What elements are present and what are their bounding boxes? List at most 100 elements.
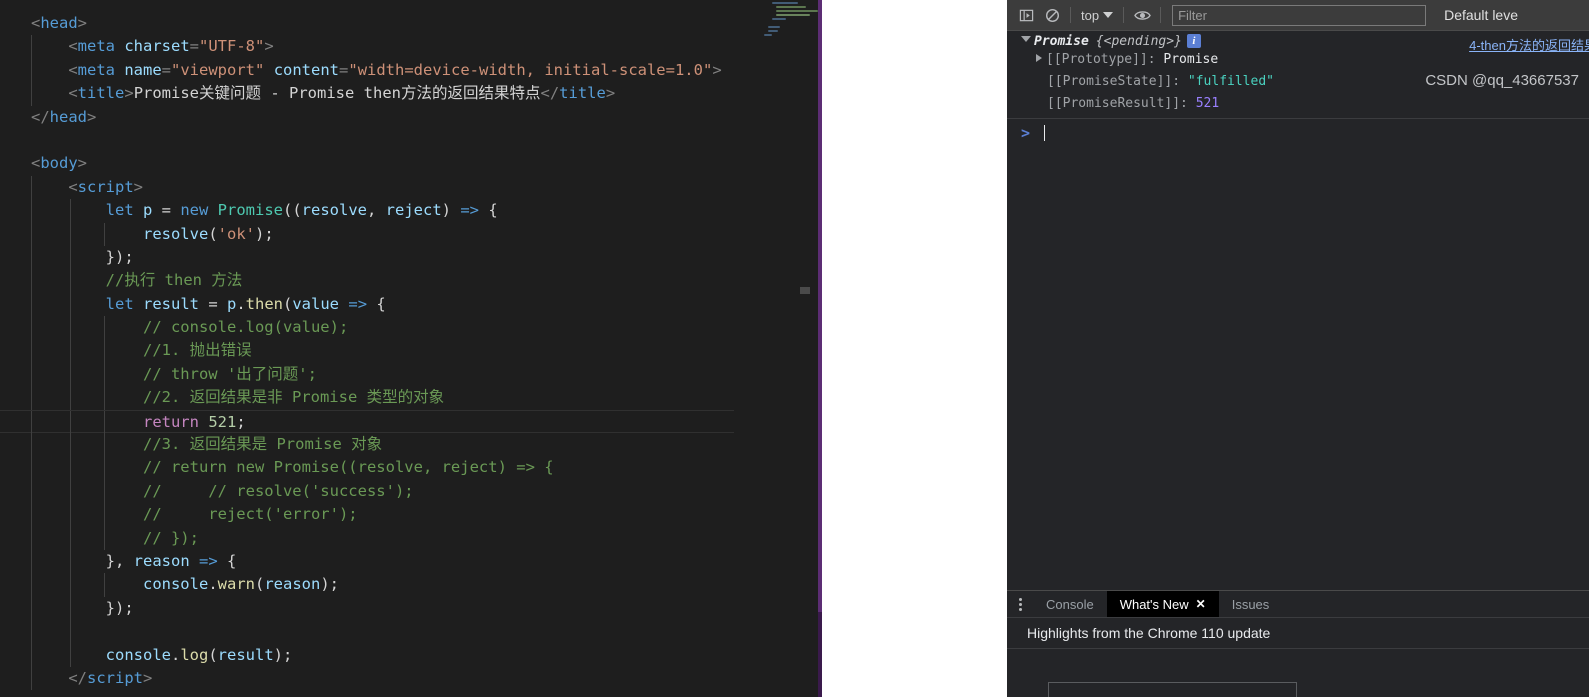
indent-guide <box>104 526 105 550</box>
console-source-link[interactable]: 4-then方法的返回结果 <box>1469 35 1589 54</box>
console-message-list[interactable]: Promise {<pending>} i 4-then方法的返回结果 [[Prot… <box>1007 31 1589 590</box>
indent-guide <box>70 620 71 644</box>
code-line[interactable] <box>0 129 734 152</box>
console-sidebar-toggle-icon[interactable] <box>1013 3 1039 27</box>
drawer-tabs-host: Console What's New ✕ Issues <box>1033 591 1282 617</box>
whats-new-card[interactable] <box>1048 682 1297 697</box>
code-token: = <box>198 294 227 313</box>
indent-guide <box>70 526 71 550</box>
minimap-scroll-thumb[interactable] <box>800 287 810 294</box>
drawer-tab-bar: Console What's New ✕ Issues <box>1007 591 1589 618</box>
expand-triangle-icon[interactable] <box>1036 54 1042 62</box>
code-line[interactable]: console.warn(reason); <box>0 573 734 597</box>
code-line[interactable]: console.log(result); <box>0 643 734 667</box>
property-value: 521 <box>1195 96 1220 111</box>
code-token: return <box>142 412 199 431</box>
code-line[interactable]: //2. 返回结果是非 Promise 类型的对象 <box>0 386 734 410</box>
code-line[interactable]: <body> <box>0 152 734 175</box>
code-token: { <box>217 551 237 570</box>
code-line[interactable]: }); <box>0 596 734 621</box>
code-line[interactable]: //执行 then 方法 <box>0 269 734 293</box>
code-line[interactable]: let p = new Promise((resolve, reject) =>… <box>0 199 734 223</box>
code-line[interactable]: // reject('error'); <box>0 503 734 527</box>
code-line[interactable]: </script> <box>0 666 734 691</box>
code-line[interactable]: <title>Promise关键问题 - Promise then方法的返回结果… <box>0 82 734 106</box>
code-line[interactable]: // return new Promise((resolve, reject) … <box>0 456 734 480</box>
code-token: ( <box>208 645 218 664</box>
code-line[interactable]: <meta charset="UTF-8"> <box>0 35 734 59</box>
indent-guide <box>104 456 105 480</box>
code-token: 'ok' <box>217 224 255 243</box>
code-line[interactable]: return 521; <box>0 409 734 435</box>
code-line[interactable]: // }); <box>0 526 734 550</box>
code-token: < <box>31 177 78 196</box>
code-token: Promise关键问题 - Promise then方法的返回结果特点 <box>133 84 541 103</box>
code-token: resolve <box>301 201 367 220</box>
code-token: > <box>264 37 274 56</box>
code-line[interactable]: }, reason => { <box>0 549 734 574</box>
close-icon[interactable]: ✕ <box>1196 597 1206 611</box>
code-text-area[interactable]: <head> <meta charset="UTF-8"> <meta name… <box>0 0 734 697</box>
promise-property-row[interactable]: [[PromiseResult]]: 521 <box>1021 93 1589 115</box>
code-line[interactable]: <script> <box>0 175 734 200</box>
indent-guide <box>104 433 105 457</box>
drawer-tab-console[interactable]: Console <box>1033 591 1107 617</box>
indent-guide <box>104 573 105 597</box>
code-line[interactable]: <head> <box>0 12 734 35</box>
code-line[interactable]: // console.log(value); <box>0 316 734 340</box>
drawer-tab-issues[interactable]: Issues <box>1219 591 1283 617</box>
code-token: </ <box>540 84 560 103</box>
js-context-selector[interactable]: top <box>1076 7 1118 24</box>
code-line[interactable] <box>0 620 734 644</box>
indent-guide <box>104 410 105 435</box>
code-editor-pane[interactable]: <head> <meta charset="UTF-8"> <meta name… <box>0 0 818 697</box>
editor-minimap[interactable] <box>734 0 818 697</box>
code-token: charset <box>124 37 190 56</box>
drawer-tab-what-s-new[interactable]: What's New ✕ <box>1106 591 1219 617</box>
info-badge-icon[interactable]: i <box>1186 34 1201 48</box>
code-line[interactable]: }); <box>0 245 734 270</box>
code-token: </ <box>31 668 87 687</box>
indent-guide <box>31 456 32 480</box>
code-line[interactable]: // // resolve('success'); <box>0 479 734 504</box>
property-value: "fulfilled" <box>1187 74 1274 89</box>
minimap-line <box>776 6 806 8</box>
indent-guide <box>104 339 105 363</box>
console-filter-input[interactable] <box>1172 4 1427 26</box>
live-expression-eye-icon[interactable] <box>1129 3 1155 27</box>
indent-guide <box>31 362 32 387</box>
browser-page-viewport[interactable] <box>822 0 1007 697</box>
whats-new-heading: Highlights from the Chrome 110 update <box>1007 618 1589 649</box>
indent-guide <box>31 503 32 527</box>
console-text-caret[interactable] <box>1044 125 1046 141</box>
log-level-selector[interactable]: Default leve <box>1444 7 1518 23</box>
indent-guide <box>70 245 71 270</box>
indent-guide <box>31 643 32 667</box>
code-line[interactable]: </head> <box>0 106 734 129</box>
code-token: "UTF-8" <box>199 37 265 56</box>
code-line[interactable]: //1. 抛出错误 <box>0 339 734 363</box>
code-line[interactable]: // throw '出了问题'; <box>0 362 734 387</box>
indent-guide <box>31 339 32 363</box>
more-options-kebab-icon[interactable] <box>1007 591 1033 617</box>
code-token: result <box>133 294 199 313</box>
expand-triangle-icon[interactable] <box>1021 36 1031 42</box>
indent-guide <box>31 199 32 223</box>
clear-console-icon[interactable] <box>1039 3 1065 27</box>
code-token: ); <box>320 575 339 594</box>
code-token: > <box>124 84 134 103</box>
code-line[interactable]: let result = p.then(value => { <box>0 292 734 317</box>
code-token: p <box>133 201 153 220</box>
code-token: script <box>87 668 143 687</box>
code-line[interactable]: resolve('ok'); <box>0 222 734 246</box>
code-line[interactable]: <meta name="viewport" content="width=dev… <box>0 58 734 83</box>
code-line[interactable]: //3. 返回结果是 Promise 对象 <box>0 433 734 457</box>
indent-guide <box>70 386 71 410</box>
console-prompt-row[interactable]: > <box>1007 119 1589 147</box>
indent-guide <box>31 549 32 574</box>
